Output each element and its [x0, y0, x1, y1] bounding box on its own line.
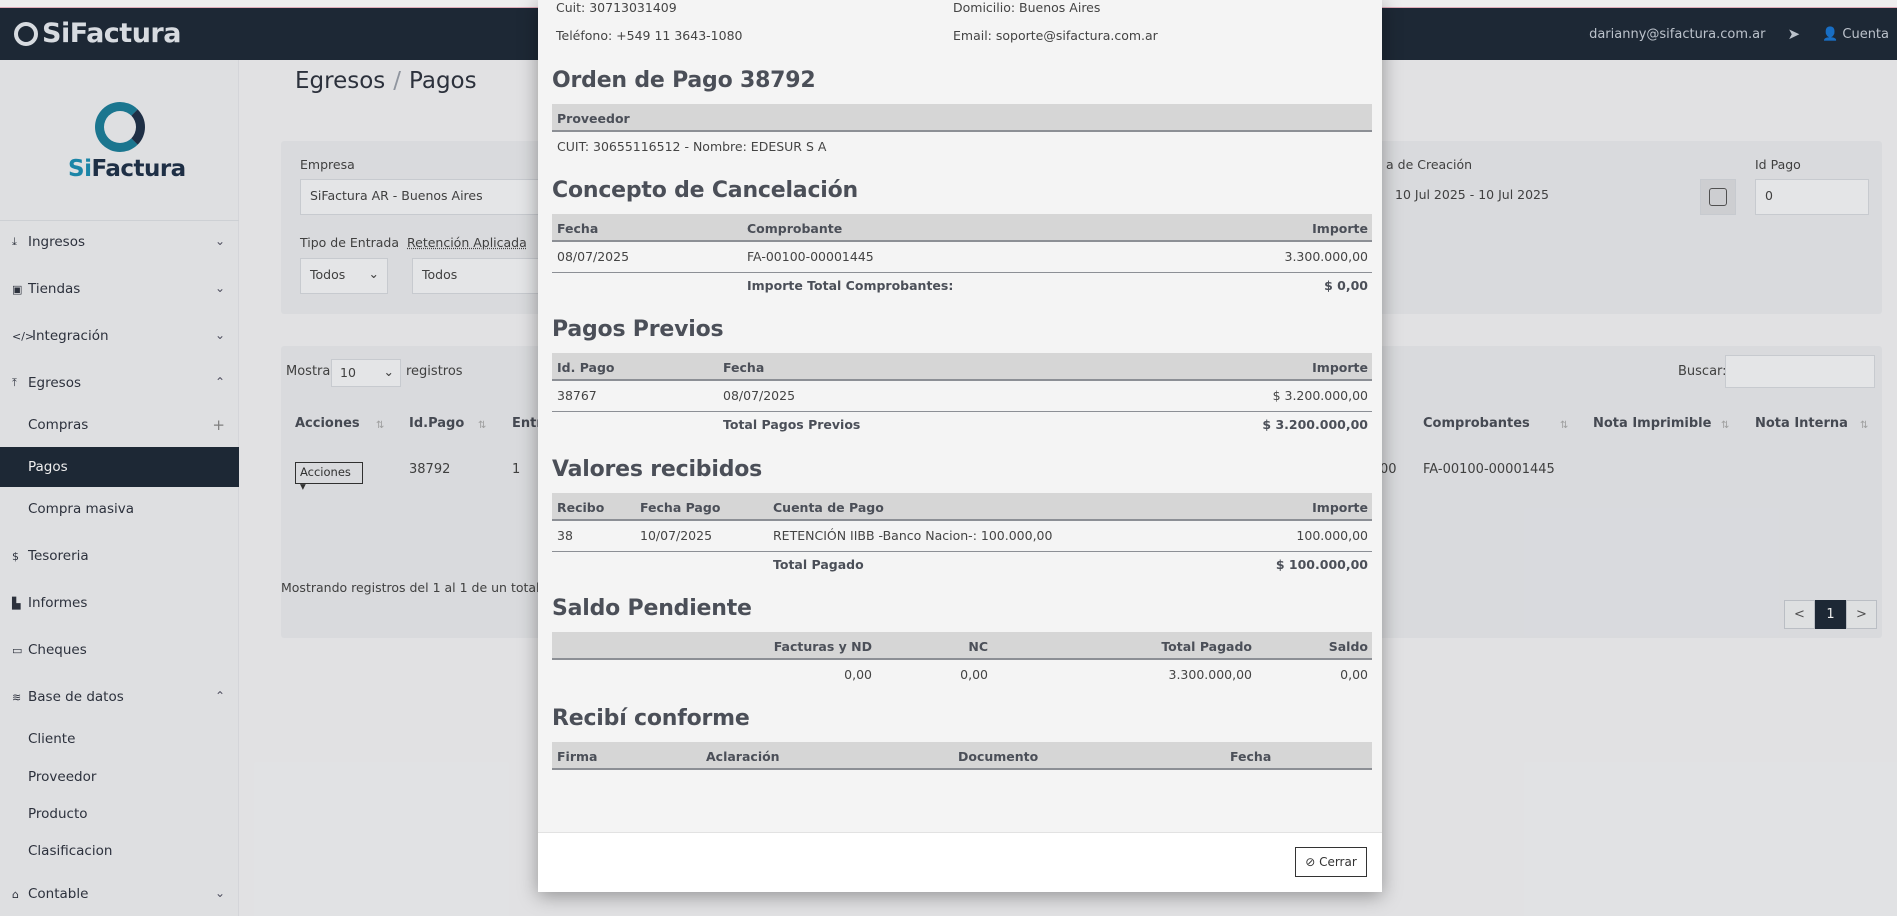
close-button[interactable]: ⊘ Cerrar — [1295, 847, 1367, 877]
company-email: Email: soporte@sifactura.com.ar — [953, 28, 1158, 43]
pagos-previos-title: Pagos Previos — [552, 317, 724, 342]
orden-title: Orden de Pago 38792 — [552, 68, 816, 93]
table-header: Firma Aclaración Documento Fecha — [552, 742, 1372, 770]
payment-order-modal: Cuit: 30713031409 Domicilio: Buenos Aire… — [538, 0, 1382, 892]
table-header: Facturas y ND NC Total Pagado Saldo — [552, 632, 1372, 660]
table-divider — [552, 551, 1372, 552]
table-header: Id. Pago Fecha Importe — [552, 353, 1372, 381]
modal-body: Cuit: 30713031409 Domicilio: Buenos Aire… — [538, 0, 1382, 832]
company-cuit: Cuit: 30713031409 — [556, 0, 677, 15]
table-divider — [552, 411, 1372, 412]
modal-footer: ⊘ Cerrar — [538, 832, 1382, 892]
recibi-title: Recibí conforme — [552, 706, 750, 731]
table-header: Recibo Fecha Pago Cuenta de Pago Importe — [552, 493, 1372, 521]
company-domicilio: Domicilio: Buenos Aires — [953, 0, 1101, 15]
table-divider — [552, 272, 1372, 273]
company-telefono: Teléfono: +549 11 3643-1080 — [556, 28, 743, 43]
table-header: Proveedor — [552, 104, 1372, 132]
valores-title: Valores recibidos — [552, 457, 763, 482]
table-header: Fecha Comprobante Importe — [552, 214, 1372, 242]
saldo-title: Saldo Pendiente — [552, 596, 752, 621]
concepto-title: Concepto de Cancelación — [552, 178, 859, 203]
